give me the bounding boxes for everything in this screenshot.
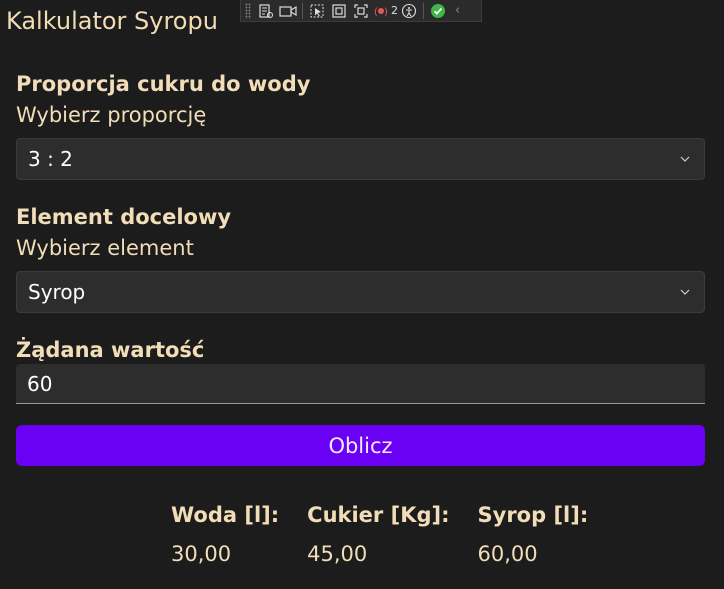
target-heading: Element docelowy — [16, 205, 232, 229]
result-water-heading: Woda [l]: — [171, 503, 280, 527]
app-title: Kalkulator Syropu — [6, 7, 218, 35]
amount-input[interactable]: 60 — [16, 364, 705, 404]
toolbar-separator — [302, 2, 303, 19]
amount-input-value: 60 — [27, 371, 53, 396]
svg-text:(: ( — [374, 7, 378, 18]
ratio-selected-value: 3 : 2 — [28, 147, 73, 171]
result-syrup-heading: Syrop [l]: — [477, 503, 589, 527]
toolbar-grip[interactable] — [245, 2, 251, 19]
result-syrup: Syrop [l]: 60,00 — [478, 500, 589, 569]
in-app-selection-icon[interactable] — [277, 1, 299, 21]
chevron-down-icon — [680, 289, 690, 295]
binding-failures-icon[interactable]: () — [372, 1, 390, 21]
collapse-toolbar-chevron-icon[interactable]: ‹ — [455, 3, 460, 18]
xaml-debug-toolbar: () 2 ‹ — [240, 0, 482, 22]
svg-text:): ) — [384, 7, 388, 18]
result-water-value: 30,00 — [171, 542, 232, 566]
result-sugar-heading: Cukier [Kg]: — [307, 503, 450, 527]
ratio-heading: Proporcja cukru do wody — [16, 72, 311, 96]
ratio-sublabel: Wybierz proporcję — [16, 103, 207, 127]
hot-reload-status-icon[interactable] — [427, 1, 449, 21]
results-panel: Woda [l]: 30,00 Cukier [Kg]: 45,00 Syrop… — [171, 500, 616, 569]
select-element-icon[interactable] — [306, 1, 328, 21]
amount-heading: Żądana wartość — [16, 338, 205, 362]
display-layout-adorners-icon[interactable] — [328, 1, 350, 21]
chevron-down-icon — [680, 156, 690, 162]
target-select[interactable]: Syrop — [16, 271, 705, 313]
target-selected-value: Syrop — [28, 280, 86, 304]
accessibility-icon[interactable] — [398, 1, 420, 21]
go-to-live-visual-tree-icon[interactable] — [255, 1, 277, 21]
result-syrup-value: 60,00 — [477, 542, 538, 566]
calculate-button[interactable]: Oblicz — [16, 425, 705, 466]
ratio-select[interactable]: 3 : 2 — [16, 138, 705, 180]
result-sugar-value: 45,00 — [307, 542, 368, 566]
track-focus-icon[interactable] — [350, 1, 372, 21]
target-sublabel: Wybierz element — [16, 236, 194, 260]
toolbar-separator — [423, 2, 424, 19]
result-water: Woda [l]: 30,00 — [171, 500, 279, 569]
binding-failures-count: 2 — [391, 4, 398, 17]
result-sugar: Cukier [Kg]: 45,00 — [307, 500, 449, 569]
